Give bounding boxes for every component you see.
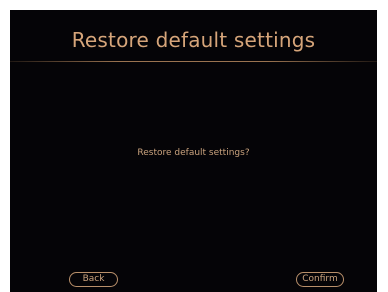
device-screen: Restore default settings Restore default… xyxy=(10,10,377,292)
back-button[interactable]: Back xyxy=(69,272,118,287)
page-title: Restore default settings xyxy=(71,28,316,52)
confirmation-message: Restore default settings? xyxy=(137,148,250,158)
confirm-button[interactable]: Confirm xyxy=(296,272,344,287)
title-divider xyxy=(10,61,377,62)
